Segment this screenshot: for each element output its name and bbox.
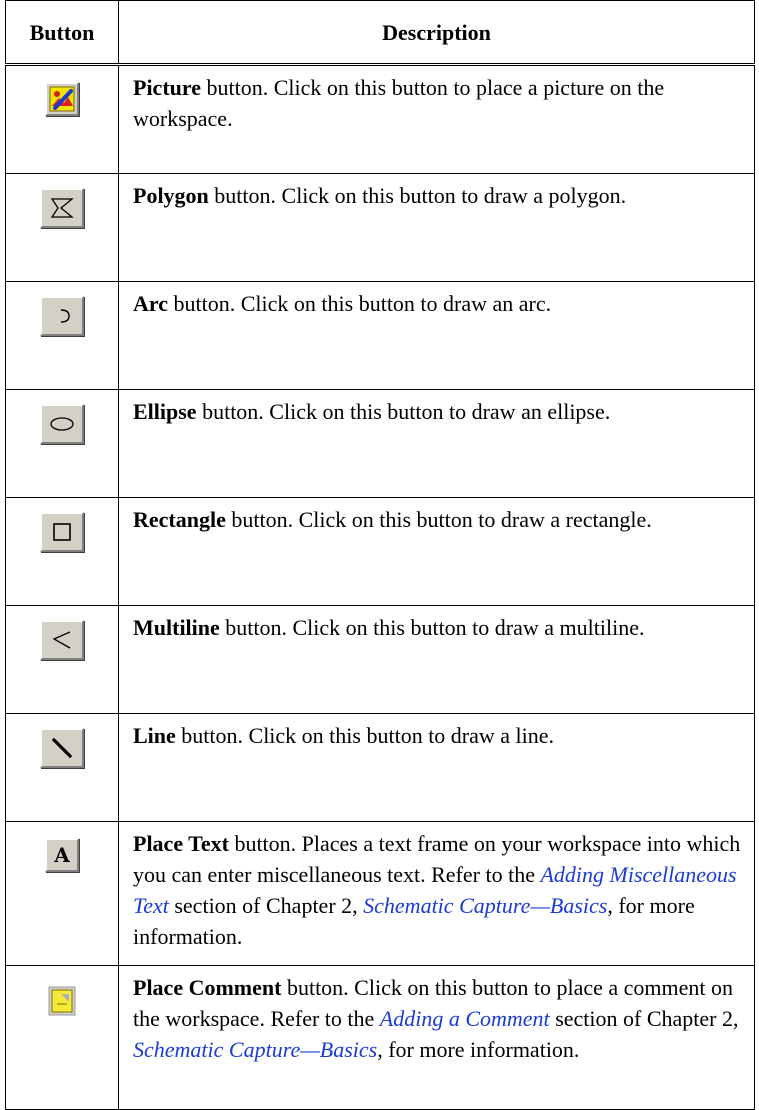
description-cell: Rectangle button. Click on this button t… [118, 497, 755, 606]
button-name: Line [133, 723, 176, 748]
place-text-icon[interactable]: A [45, 838, 79, 872]
description-text: button. Click on this button to draw a m… [219, 615, 645, 640]
table-row-polygon: Polygon button. Click on this button to … [5, 173, 755, 282]
table-row-place-text: A Place Text button. Places a text frame… [5, 821, 755, 966]
description-text-mid: section of Chapter 2, [549, 1006, 739, 1031]
description-cell: Picture button. Click on this button to … [118, 64, 755, 174]
description-cell: Ellipse button. Click on this button to … [118, 389, 755, 498]
description-cell: Line button. Click on this button to dra… [118, 713, 755, 822]
button-cell [5, 173, 119, 282]
button-cell [5, 497, 119, 606]
description-text: button. Click on this button to draw a l… [175, 723, 555, 748]
description-text-end: , for more information. [377, 1037, 580, 1062]
description-text: button. Click on this button to draw a p… [208, 183, 627, 208]
button-name: Arc [133, 291, 169, 316]
description-text: button. Click on this button to draw a r… [225, 507, 652, 532]
button-name: Rectangle [133, 507, 226, 532]
link-schematic-capture-basics[interactable]: Schematic Capture—Basics [133, 1037, 377, 1062]
button-cell [5, 64, 119, 174]
description-cell: Arc button. Click on this button to draw… [118, 281, 755, 390]
ellipse-icon[interactable] [40, 404, 84, 444]
description-text-mid: section of Chapter 2, [168, 893, 364, 918]
table-row-place-comment: Place Comment button. Click on this butt… [5, 965, 755, 1110]
line-icon[interactable] [40, 728, 84, 768]
description-text: button. Click on this button to draw an … [168, 291, 552, 316]
table-row-picture: Picture button. Click on this button to … [5, 64, 755, 174]
button-name: Multiline [133, 615, 220, 640]
table-row-rectangle: Rectangle button. Click on this button t… [5, 497, 755, 606]
polygon-icon[interactable] [40, 188, 84, 228]
button-cell [5, 281, 119, 390]
description-text: button. Click on this button to draw an … [196, 399, 611, 424]
button-cell: A [5, 821, 119, 966]
button-reference-table: Button Description Picture button. Click… [5, 0, 755, 1110]
description-cell: Polygon button. Click on this button to … [118, 173, 755, 282]
button-cell [5, 713, 119, 822]
button-name: Place Comment [133, 975, 282, 1000]
button-name: Ellipse [133, 399, 197, 424]
picture-icon[interactable] [45, 82, 79, 116]
button-cell [5, 965, 119, 1110]
description-text: button. Click on this button to place a … [133, 75, 665, 131]
table-row-line: Line button. Click on this button to dra… [5, 713, 755, 822]
place-text-glyph: A [54, 843, 70, 867]
button-cell [5, 389, 119, 498]
description-cell: Place Text button. Places a text frame o… [118, 821, 755, 966]
multiline-icon[interactable] [40, 620, 84, 660]
button-name: Picture [133, 75, 202, 100]
column-header-description: Description [118, 0, 755, 66]
description-cell: Place Comment button. Click on this butt… [118, 965, 755, 1110]
table-row-arc: Arc button. Click on this button to draw… [5, 281, 755, 390]
link-adding-a-comment[interactable]: Adding a Comment [380, 1006, 550, 1031]
button-name: Polygon [133, 183, 209, 208]
table-row-ellipse: Ellipse button. Click on this button to … [5, 389, 755, 498]
button-name: Place Text [133, 831, 229, 856]
button-reference-table-wrapper: Button Description Picture button. Click… [5, 0, 755, 1110]
column-header-button: Button [5, 0, 119, 66]
rectangle-icon[interactable] [40, 512, 84, 552]
button-cell [5, 605, 119, 714]
description-cell: Multiline button. Click on this button t… [118, 605, 755, 714]
place-comment-icon[interactable] [45, 984, 79, 1018]
table-header-row: Button Description [5, 0, 755, 66]
link-schematic-capture-basics[interactable]: Schematic Capture—Basics [363, 893, 607, 918]
table-row-multiline: Multiline button. Click on this button t… [5, 605, 755, 714]
arc-icon[interactable] [40, 296, 84, 336]
